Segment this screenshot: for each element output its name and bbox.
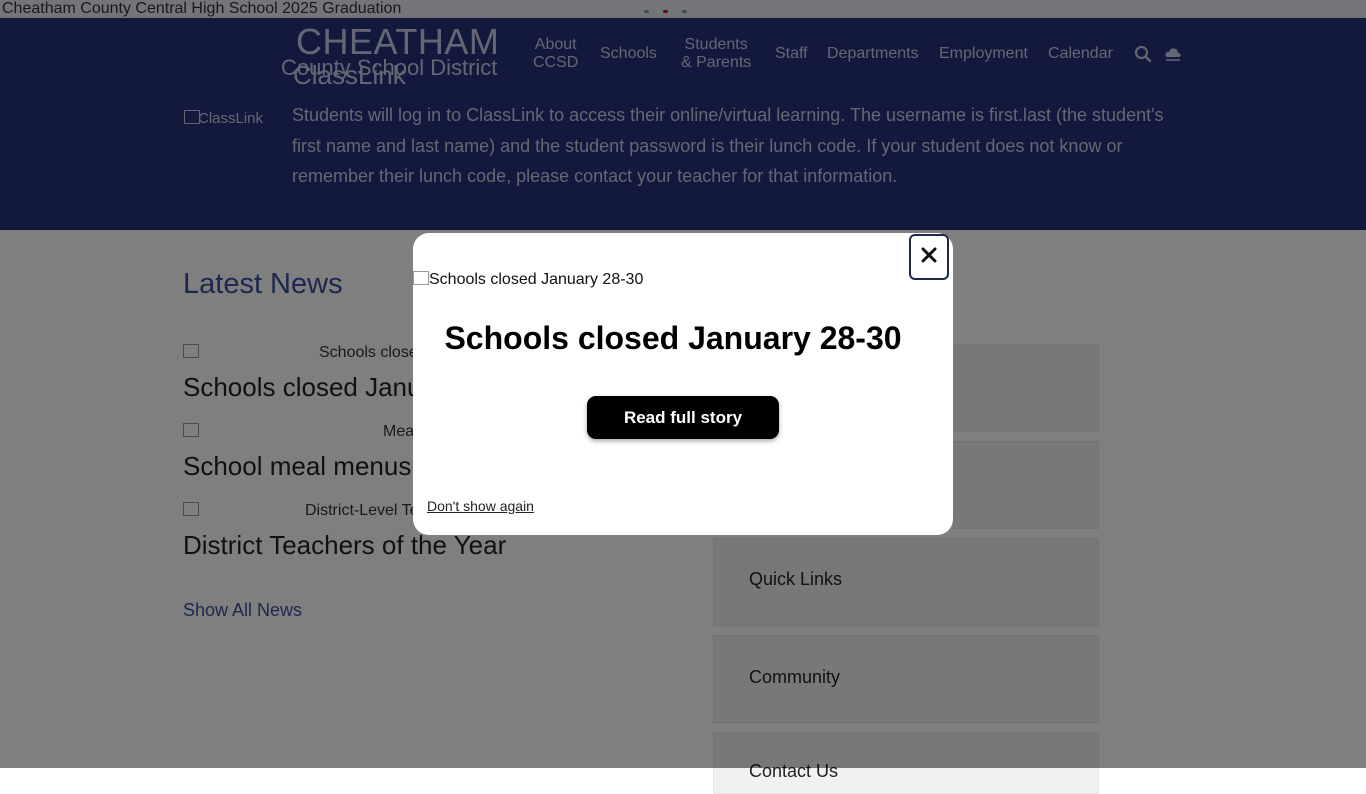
read-full-story-button[interactable]: Read full story xyxy=(587,396,779,439)
modal-close-button[interactable] xyxy=(909,234,949,280)
broken-image-icon xyxy=(413,271,429,285)
news-alert-modal: Schools closed January 28-30 Schools clo… xyxy=(413,233,953,535)
dont-show-again-link[interactable]: Don't show again xyxy=(427,498,534,514)
close-icon xyxy=(921,247,937,268)
modal-image-alt: Schools closed January 28-30 xyxy=(429,271,644,288)
modal-heading: Schools closed January 28-30 xyxy=(444,320,902,356)
modal-story-image: Schools closed January 28-30 xyxy=(413,271,643,289)
